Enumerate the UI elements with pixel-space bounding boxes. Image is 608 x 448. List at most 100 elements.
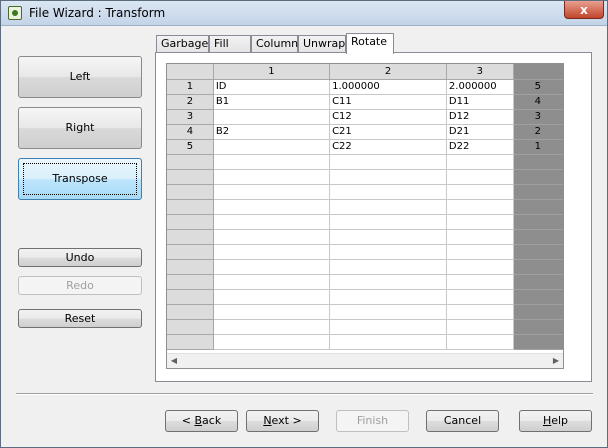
grid-cell[interactable] (513, 229, 563, 245)
grid-cell[interactable] (213, 319, 331, 335)
left-button[interactable]: Left (18, 56, 142, 98)
grid-cell[interactable]: C21 (329, 124, 447, 140)
scroll-left-icon[interactable]: ◀ (169, 356, 179, 366)
tab-fill[interactable]: Fill (209, 35, 251, 53)
column-header[interactable]: 3 (446, 64, 514, 80)
grid-cell[interactable]: ID (213, 79, 331, 95)
row-header[interactable]: 5 (167, 139, 214, 155)
row-header[interactable] (167, 169, 214, 185)
grid-cell[interactable] (513, 184, 563, 200)
row-header[interactable] (167, 214, 214, 230)
grid-cell[interactable] (513, 274, 563, 290)
horizontal-scrollbar[interactable]: ◀ ▶ (167, 353, 563, 368)
scroll-right-icon[interactable]: ▶ (551, 356, 561, 366)
grid-cell[interactable] (446, 184, 514, 200)
grid-cell[interactable] (513, 259, 563, 275)
grid-cell[interactable]: C22 (329, 139, 447, 155)
grid-cell[interactable] (213, 154, 331, 170)
grid-cell[interactable] (329, 169, 447, 185)
grid-cell[interactable] (513, 154, 563, 170)
row-header[interactable] (167, 304, 214, 320)
grid-cell[interactable] (329, 154, 447, 170)
grid-cell[interactable] (446, 259, 514, 275)
column-header[interactable]: 1 (213, 64, 331, 80)
undo-button[interactable]: Undo (18, 248, 142, 267)
grid-cell[interactable]: 3 (513, 109, 563, 125)
tab-rotate[interactable]: Rotate (346, 33, 394, 54)
help-button[interactable]: Help (519, 410, 592, 432)
row-header[interactable] (167, 334, 214, 350)
grid-cell[interactable] (213, 139, 331, 155)
grid-cell[interactable] (213, 274, 331, 290)
grid-cell[interactable]: 1.000000 (329, 79, 447, 95)
tab-unwrap[interactable]: Unwrap (298, 35, 346, 53)
back-button[interactable]: < Back (165, 410, 238, 432)
grid-cell[interactable] (513, 214, 563, 230)
row-header[interactable] (167, 289, 214, 305)
row-header[interactable]: 4 (167, 124, 214, 140)
grid-cell[interactable] (329, 229, 447, 245)
grid-cell[interactable] (213, 334, 331, 350)
grid-cell[interactable] (329, 319, 447, 335)
grid-cell[interactable] (329, 184, 447, 200)
grid-cell[interactable] (213, 289, 331, 305)
grid-cell[interactable] (329, 289, 447, 305)
grid-cell[interactable] (513, 199, 563, 215)
grid-corner[interactable] (167, 64, 214, 80)
grid-cell[interactable]: 1 (513, 139, 563, 155)
grid-cell[interactable] (213, 169, 331, 185)
grid-cell[interactable] (513, 289, 563, 305)
grid-cell[interactable] (213, 199, 331, 215)
grid-cell[interactable] (446, 154, 514, 170)
grid-cell[interactable]: D12 (446, 109, 514, 125)
grid-cell[interactable] (513, 304, 563, 320)
grid-cell[interactable]: C12 (329, 109, 447, 125)
grid-cell[interactable] (513, 334, 563, 350)
grid-cell[interactable] (213, 244, 331, 260)
grid-cell[interactable] (446, 199, 514, 215)
grid-cell[interactable] (213, 304, 331, 320)
title-bar[interactable]: File Wizard : Transform x (1, 1, 607, 26)
finish-button[interactable]: Finish (336, 410, 409, 432)
grid-cell[interactable] (213, 184, 331, 200)
transpose-button[interactable]: Transpose (18, 158, 142, 200)
reset-button[interactable]: Reset (18, 309, 142, 328)
grid-cell[interactable]: C11 (329, 94, 447, 110)
grid-cell[interactable]: 2.000000 (446, 79, 514, 95)
right-button[interactable]: Right (18, 107, 142, 149)
grid-cell[interactable] (446, 319, 514, 335)
grid-cell[interactable] (446, 304, 514, 320)
row-header[interactable] (167, 184, 214, 200)
row-header[interactable] (167, 244, 214, 260)
grid-cell[interactable] (513, 244, 563, 260)
grid-cell[interactable] (446, 169, 514, 185)
grid-cell[interactable] (329, 274, 447, 290)
grid-cell[interactable] (329, 199, 447, 215)
grid-cell[interactable] (329, 334, 447, 350)
grid-cell[interactable] (329, 304, 447, 320)
grid-cell[interactable]: D22 (446, 139, 514, 155)
grid-cell[interactable]: 2 (513, 124, 563, 140)
row-header[interactable] (167, 274, 214, 290)
grid-cell[interactable] (446, 274, 514, 290)
grid-cell[interactable] (213, 229, 331, 245)
grid-cell[interactable]: B1 (213, 94, 331, 110)
grid-cell[interactable] (329, 259, 447, 275)
tab-column[interactable]: Column (251, 35, 298, 53)
row-header[interactable] (167, 259, 214, 275)
column-header[interactable] (513, 64, 563, 80)
row-header[interactable]: 1 (167, 79, 214, 95)
grid-cell[interactable] (213, 109, 331, 125)
row-header[interactable] (167, 229, 214, 245)
grid-cell[interactable] (213, 214, 331, 230)
row-header[interactable] (167, 154, 214, 170)
grid-cell[interactable]: D21 (446, 124, 514, 140)
grid-cell[interactable] (446, 214, 514, 230)
grid-cell[interactable] (446, 334, 514, 350)
grid-cell[interactable]: 4 (513, 94, 563, 110)
grid-cell[interactable] (513, 169, 563, 185)
tab-garbage[interactable]: Garbage (156, 35, 209, 53)
row-header[interactable] (167, 319, 214, 335)
grid-cell[interactable] (213, 259, 331, 275)
grid-cell[interactable] (329, 214, 447, 230)
